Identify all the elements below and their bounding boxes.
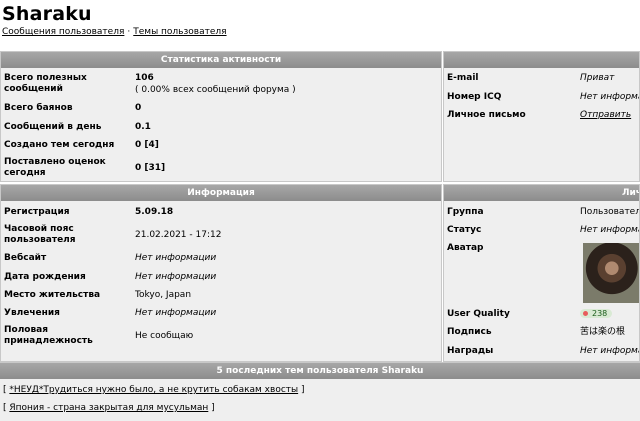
total-bayans-value: 0 [135,103,142,113]
signature-value: 苦は楽の根 [580,327,626,337]
user-quality-badge: 238 [580,309,613,318]
status-label: Статус [447,225,482,235]
activity-header: Статистика активности [1,52,441,68]
breadcrumb-separator: · [127,27,131,37]
website-label: Вебсайт [4,253,47,263]
list-item: [ Япония - страна закрытая для мусульман… [3,403,215,413]
timezone-value: 21.02.2021 - 17:12 [135,230,222,240]
ratings-today-label: Поставлено оценок сегодня [4,157,106,178]
user-posts-link[interactable]: Сообщения пользователя [2,27,124,37]
user-topics-link[interactable]: Темы пользователя [133,27,226,37]
latest-topics-header: 5 последних тем пользователя Sharaku [0,363,640,379]
signature-label: Подпись [447,327,492,337]
total-posts-value: 106 [135,73,154,83]
registration-label: Регистрация [4,207,70,217]
hobbies-label: Увлечения [4,308,60,318]
personal-header: Личная информация [444,185,639,201]
list-item: [ *НЕУД*Трудиться нужно было, а не крути… [3,385,305,395]
avatar-label: Аватар [447,243,484,253]
quality-dot-icon [583,311,588,316]
topics-today-value: 0 [4] [135,140,159,150]
user-quality-value: 238 [592,309,608,318]
topic-link[interactable]: Япония - страна закрытая для мусульман [9,403,208,413]
group-value: Пользователи [580,207,639,217]
contacts-panel: E-mail Приват Номер ICQ Нет информации Л… [443,51,640,182]
personal-panel: Личная информация Группа Пользователи Ст… [443,184,640,362]
topics-today-label: Создано тем сегодня [4,140,115,150]
avatar [583,243,639,303]
total-posts-label: Всего полезных сообщений [4,73,87,94]
breadcrumb: Сообщения пользователя · Темы пользователя [2,27,227,37]
email-label: E-mail [447,73,479,83]
icq-value: Нет информации [580,92,639,102]
latest-topics-panel: 5 последних тем пользователя Sharaku [ *… [0,362,640,421]
registration-value: 5.09.18 [135,207,174,217]
pm-label: Личное письмо [447,110,526,120]
group-label: Группа [447,207,484,217]
send-pm-link[interactable]: Отправить [580,110,631,120]
location-label: Место жительства [4,290,101,300]
birthdate-value: Нет информации [135,272,217,282]
timezone-label: Часовой пояс пользователя [4,224,76,245]
total-posts-share: ( 0.00% всех сообщений форума ) [135,85,296,95]
page-title: Sharaku [2,3,92,25]
awards-value: Нет информации [580,346,639,356]
user-quality-label: User Quality [447,309,510,319]
posts-per-day-value: 0.1 [135,122,151,132]
birthdate-label: Дата рождения [4,272,86,282]
topic-link[interactable]: *НЕУД*Трудиться нужно было, а не крутить… [9,385,298,395]
icq-label: Номер ICQ [447,92,502,102]
location-value: Tokyo, Japan [135,290,192,300]
gender-value: Не сообщаю [135,331,194,341]
total-bayans-label: Всего баянов [4,103,73,113]
awards-label: Награды [447,346,494,356]
activity-panel: Статистика активности Всего полезных соо… [0,51,442,182]
gender-label: Половая принадлежность [4,325,93,346]
posts-per-day-label: Сообщений в день [4,122,102,132]
status-value: Нет информации [580,225,639,235]
hobbies-value: Нет информации [135,308,217,318]
contacts-header [444,52,639,68]
website-value: Нет информации [135,253,217,263]
info-header: Информация [1,185,441,201]
info-panel: Информация Регистрация 5.09.18 Часовой п… [0,184,442,362]
email-value: Приват [580,73,615,83]
ratings-today-value: 0 [31] [135,163,166,173]
